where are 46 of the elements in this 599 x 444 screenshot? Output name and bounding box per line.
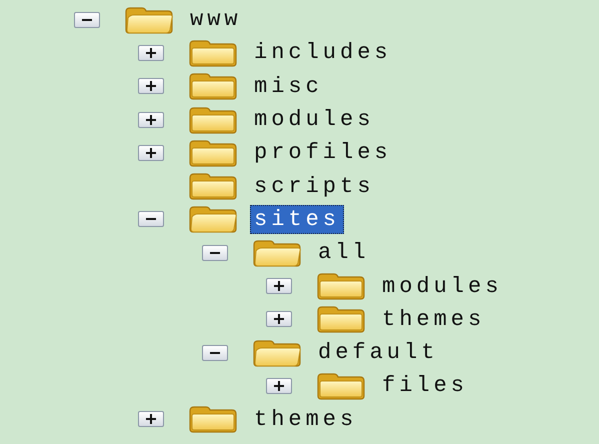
expand-toggle[interactable] bbox=[138, 144, 164, 161]
plus-icon bbox=[146, 414, 156, 424]
folder-name[interactable]: misc bbox=[250, 72, 327, 101]
plus-icon bbox=[274, 380, 284, 391]
expand-toggle[interactable] bbox=[138, 78, 164, 94]
collapse-toggle[interactable] bbox=[74, 12, 100, 28]
folder-name[interactable]: sites bbox=[250, 204, 344, 234]
folder-name[interactable]: includes bbox=[250, 38, 396, 68]
expand-toggle[interactable] bbox=[138, 411, 164, 428]
plus-icon bbox=[274, 281, 284, 292]
expand-toggle[interactable] bbox=[266, 311, 292, 328]
folder-icon bbox=[188, 106, 238, 134]
folder-icon bbox=[188, 38, 238, 67]
folder-icon bbox=[188, 405, 238, 434]
plus-icon bbox=[146, 114, 156, 125]
folder-icon bbox=[316, 305, 366, 334]
folder-name[interactable]: modules bbox=[378, 272, 506, 301]
folder-icon bbox=[188, 138, 238, 167]
expand-toggle[interactable] bbox=[266, 378, 292, 394]
open-folder-icon bbox=[252, 338, 302, 367]
expand-toggle[interactable] bbox=[266, 278, 292, 294]
open-folder-icon bbox=[252, 238, 302, 267]
folder-name[interactable]: files bbox=[378, 371, 472, 400]
collapse-toggle[interactable] bbox=[202, 344, 228, 361]
folder-name[interactable]: all bbox=[314, 238, 374, 268]
open-folder-icon bbox=[124, 6, 174, 34]
folder-icon bbox=[316, 272, 366, 300]
open-folder-icon bbox=[188, 205, 238, 234]
folder-name[interactable]: default bbox=[314, 338, 442, 368]
expand-toggle[interactable] bbox=[138, 44, 164, 61]
folder-icon bbox=[316, 372, 366, 400]
folder-name[interactable]: modules bbox=[250, 105, 378, 134]
plus-icon bbox=[146, 148, 156, 158]
plus-icon bbox=[146, 48, 156, 58]
expand-toggle[interactable] bbox=[138, 112, 164, 128]
plus-icon bbox=[274, 314, 284, 324]
plus-icon bbox=[146, 81, 156, 92]
folder-name[interactable]: scripts bbox=[250, 172, 378, 201]
collapse-toggle[interactable] bbox=[138, 211, 164, 228]
folder-icon bbox=[188, 172, 238, 200]
folder-name[interactable]: www bbox=[186, 5, 246, 34]
folder-name[interactable]: themes bbox=[378, 304, 490, 334]
folder-name[interactable]: themes bbox=[250, 404, 362, 434]
folder-name[interactable]: profiles bbox=[250, 138, 396, 168]
folder-icon bbox=[188, 72, 238, 100]
collapse-toggle[interactable] bbox=[202, 244, 228, 261]
